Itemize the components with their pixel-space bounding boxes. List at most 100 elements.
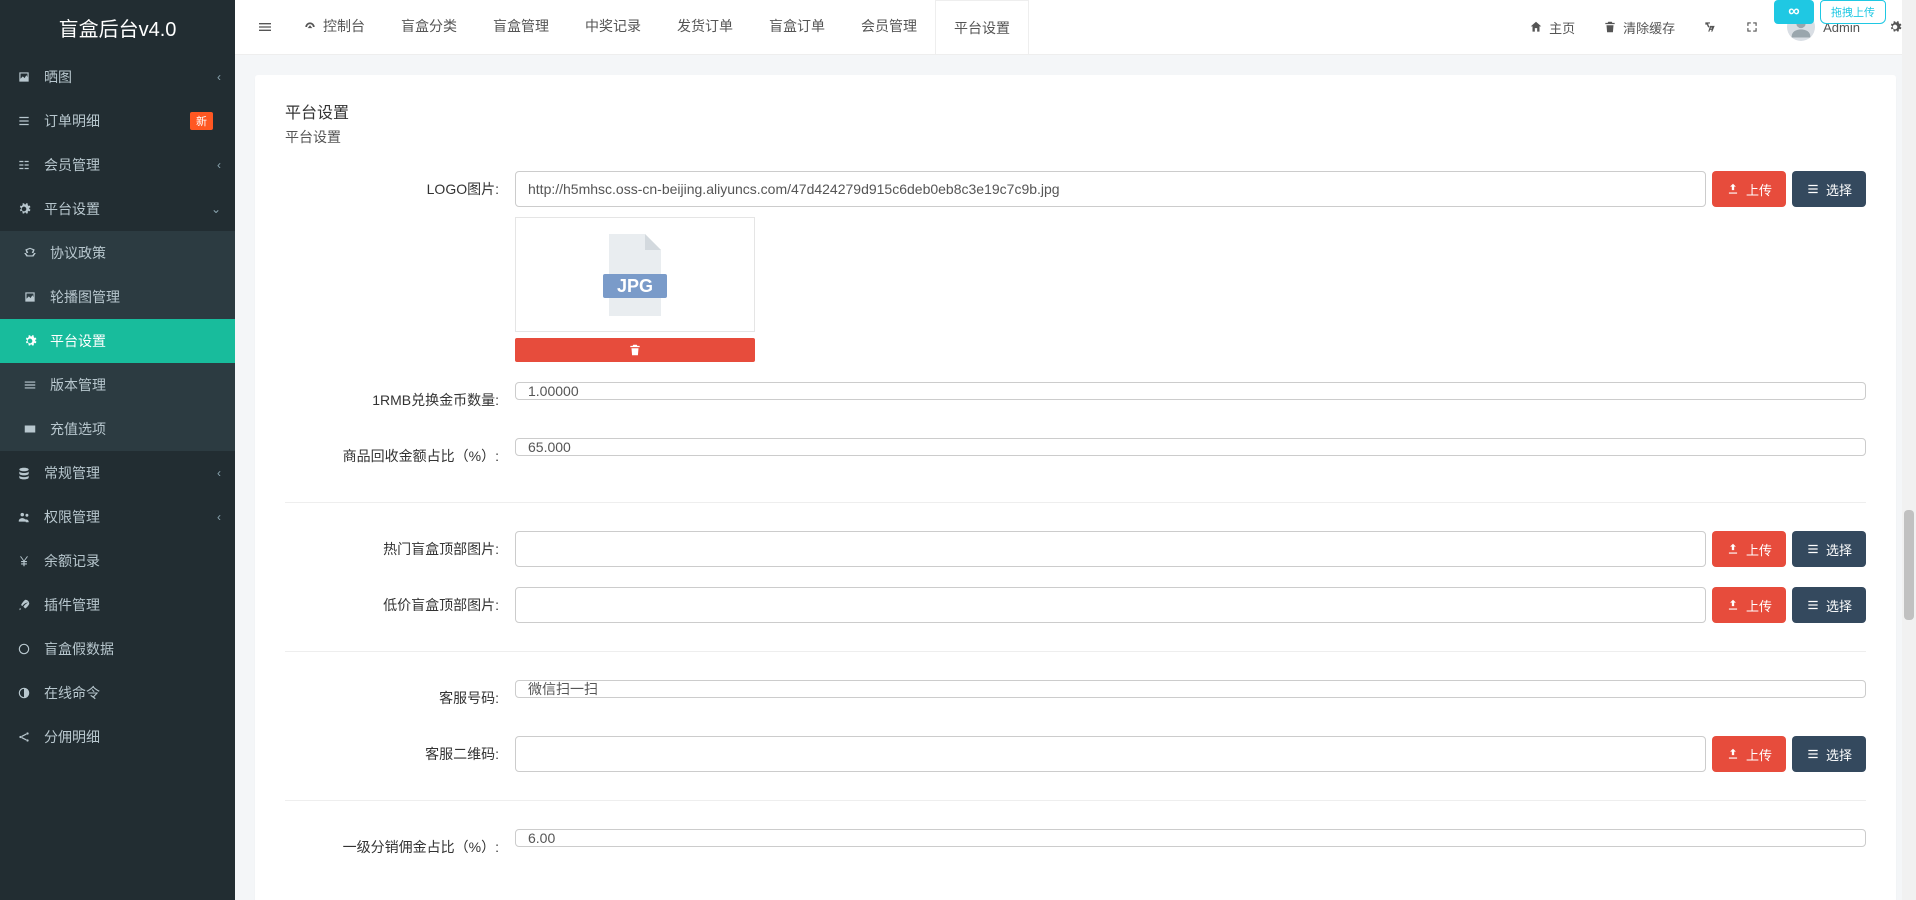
- sidebar-item-8[interactable]: 充值选项: [0, 407, 235, 451]
- logo-select-label: 选择: [1826, 180, 1852, 199]
- logo-url-input[interactable]: [515, 171, 1706, 207]
- sidebar-item-10[interactable]: 权限管理‹: [0, 495, 235, 539]
- service-no-input[interactable]: [515, 680, 1866, 698]
- sidebar-item-label: 晒图: [44, 67, 217, 87]
- nav-tab-label: 盲盒订单: [769, 16, 825, 36]
- service-qr-select-button[interactable]: 选择: [1792, 736, 1866, 772]
- sidebar-item-1[interactable]: 订单明细新: [0, 99, 235, 143]
- scrollbar-thumb[interactable]: [1904, 510, 1914, 620]
- sidebar-item-12[interactable]: 插件管理: [0, 583, 235, 627]
- trash-icon: [628, 343, 642, 357]
- hot-top-select-button[interactable]: 选择: [1792, 531, 1866, 567]
- nav-tab-label: 盲盒管理: [493, 16, 549, 36]
- sidebar-item-label: 权限管理: [44, 507, 217, 527]
- menu-toggle-button[interactable]: [245, 18, 285, 36]
- brand-title: 盲盒后台v4.0: [0, 0, 235, 55]
- grid-icon: [14, 158, 34, 172]
- yen-icon: [14, 554, 34, 568]
- sidebar-item-2[interactable]: 会员管理‹: [0, 143, 235, 187]
- nav-tab-4[interactable]: 发货订单: [659, 0, 751, 54]
- image-icon: [14, 70, 34, 84]
- bars-icon: [257, 19, 273, 35]
- label-logo: LOGO图片:: [285, 171, 515, 207]
- drag-upload-button[interactable]: 拖拽上传: [1820, 0, 1886, 24]
- nav-tab-label: 中奖记录: [585, 16, 641, 36]
- sidebar-item-4[interactable]: 协议政策: [0, 231, 235, 275]
- nav-fullscreen-button[interactable]: [1731, 0, 1773, 54]
- image-icon: [20, 290, 40, 304]
- service-qr-input[interactable]: [515, 736, 1706, 772]
- chevron-left-icon: ‹: [217, 70, 221, 84]
- label-low-top: 低价盲盒顶部图片:: [285, 587, 515, 623]
- sidebar-item-6[interactable]: 平台设置: [0, 319, 235, 363]
- nav-tab-label: 盲盒分类: [401, 16, 457, 36]
- nav-tab-label: 会员管理: [861, 16, 917, 36]
- cog-icon: [14, 202, 34, 216]
- gauge-icon: [303, 17, 317, 33]
- sidebar-item-9[interactable]: 常规管理‹: [0, 451, 235, 495]
- label-hot-top: 热门盲盒顶部图片:: [285, 531, 515, 567]
- nav-clear-cache-label: 清除缓存: [1623, 18, 1675, 37]
- nav-tab-2[interactable]: 盲盒管理: [475, 0, 567, 54]
- list-icon: [1806, 182, 1820, 196]
- nav-tab-6[interactable]: 会员管理: [843, 0, 935, 54]
- chevron-left-icon: ‹: [217, 510, 221, 524]
- sidebar-item-label: 盲盒假数据: [44, 639, 221, 659]
- low-top-upload-button[interactable]: 上传: [1712, 587, 1786, 623]
- nav-language-button[interactable]: [1689, 0, 1731, 54]
- sidebar-item-14[interactable]: 在线命令: [0, 671, 235, 715]
- cog-icon: [20, 334, 40, 348]
- panel-subtitle: 平台设置: [285, 127, 1866, 147]
- sidebar-item-label: 协议政策: [50, 243, 221, 263]
- low-top-select-button[interactable]: 选择: [1792, 587, 1866, 623]
- service-qr-upload-button[interactable]: 上传: [1712, 736, 1786, 772]
- chevron-down-icon: ⌄: [211, 202, 221, 216]
- sidebar-item-13[interactable]: 盲盒假数据: [0, 627, 235, 671]
- sidebar: 盲盒后台v4.0 晒图‹订单明细新会员管理‹平台设置⌄协议政策轮播图管理平台设置…: [0, 0, 235, 900]
- sidebar-item-0[interactable]: 晒图‹: [0, 55, 235, 99]
- sidebar-item-15[interactable]: 分佣明细: [0, 715, 235, 759]
- upload-label: 上传: [1746, 540, 1772, 559]
- logo-upload-button[interactable]: 上传: [1712, 171, 1786, 207]
- card-icon: [20, 422, 40, 436]
- select-label: 选择: [1826, 596, 1852, 615]
- sidebar-item-3[interactable]: 平台设置⌄: [0, 187, 235, 231]
- nav-home-link[interactable]: 主页: [1515, 0, 1589, 54]
- hot-top-input[interactable]: [515, 531, 1706, 567]
- logo-thumbnail: JPG: [515, 217, 755, 332]
- logo-delete-button[interactable]: [515, 338, 755, 362]
- logo-select-button[interactable]: 选择: [1792, 171, 1866, 207]
- sidebar-badge: 新: [190, 112, 213, 130]
- nav-clear-cache-link[interactable]: 清除缓存: [1589, 0, 1689, 54]
- nav-tab-0[interactable]: 控制台: [285, 0, 383, 54]
- sidebar-item-5[interactable]: 轮播图管理: [0, 275, 235, 319]
- hot-top-upload-button[interactable]: 上传: [1712, 531, 1786, 567]
- upload-label: 上传: [1746, 745, 1772, 764]
- nav-tab-1[interactable]: 盲盒分类: [383, 0, 475, 54]
- drag-upload-badge[interactable]: ∞ 拖拽上传: [1774, 0, 1886, 24]
- nav-tab-label: 平台设置: [954, 18, 1010, 38]
- svg-text:JPG: JPG: [617, 276, 653, 296]
- db-icon: [14, 466, 34, 480]
- level1-input[interactable]: [515, 829, 1866, 847]
- sidebar-item-7[interactable]: 版本管理: [0, 363, 235, 407]
- low-top-input[interactable]: [515, 587, 1706, 623]
- nav-tab-3[interactable]: 中奖记录: [567, 0, 659, 54]
- infinity-icon: ∞: [1774, 0, 1814, 24]
- sidebar-item-11[interactable]: 余额记录: [0, 539, 235, 583]
- nav-tab-label: 控制台: [323, 16, 365, 36]
- label-service-qr: 客服二维码:: [285, 736, 515, 772]
- list-icon: [1806, 598, 1820, 612]
- sidebar-item-label: 在线命令: [44, 683, 221, 703]
- language-icon: [1703, 20, 1717, 34]
- label-level1: 一级分销佣金占比（%）:: [285, 829, 515, 865]
- nav-tab-7[interactable]: 平台设置: [935, 0, 1029, 54]
- recycle-input[interactable]: [515, 438, 1866, 456]
- adjust-icon: [14, 686, 34, 700]
- nav-tab-5[interactable]: 盲盒订单: [751, 0, 843, 54]
- top-navbar: 控制台 盲盒分类 盲盒管理 中奖记录发货订单盲盒订单 会员管理 平台设置 主页 清除缓存: [235, 0, 1916, 55]
- nav-home-label: 主页: [1549, 18, 1575, 37]
- select-label: 选择: [1826, 745, 1852, 764]
- list-icon: [1806, 542, 1820, 556]
- rmb-input[interactable]: [515, 382, 1866, 400]
